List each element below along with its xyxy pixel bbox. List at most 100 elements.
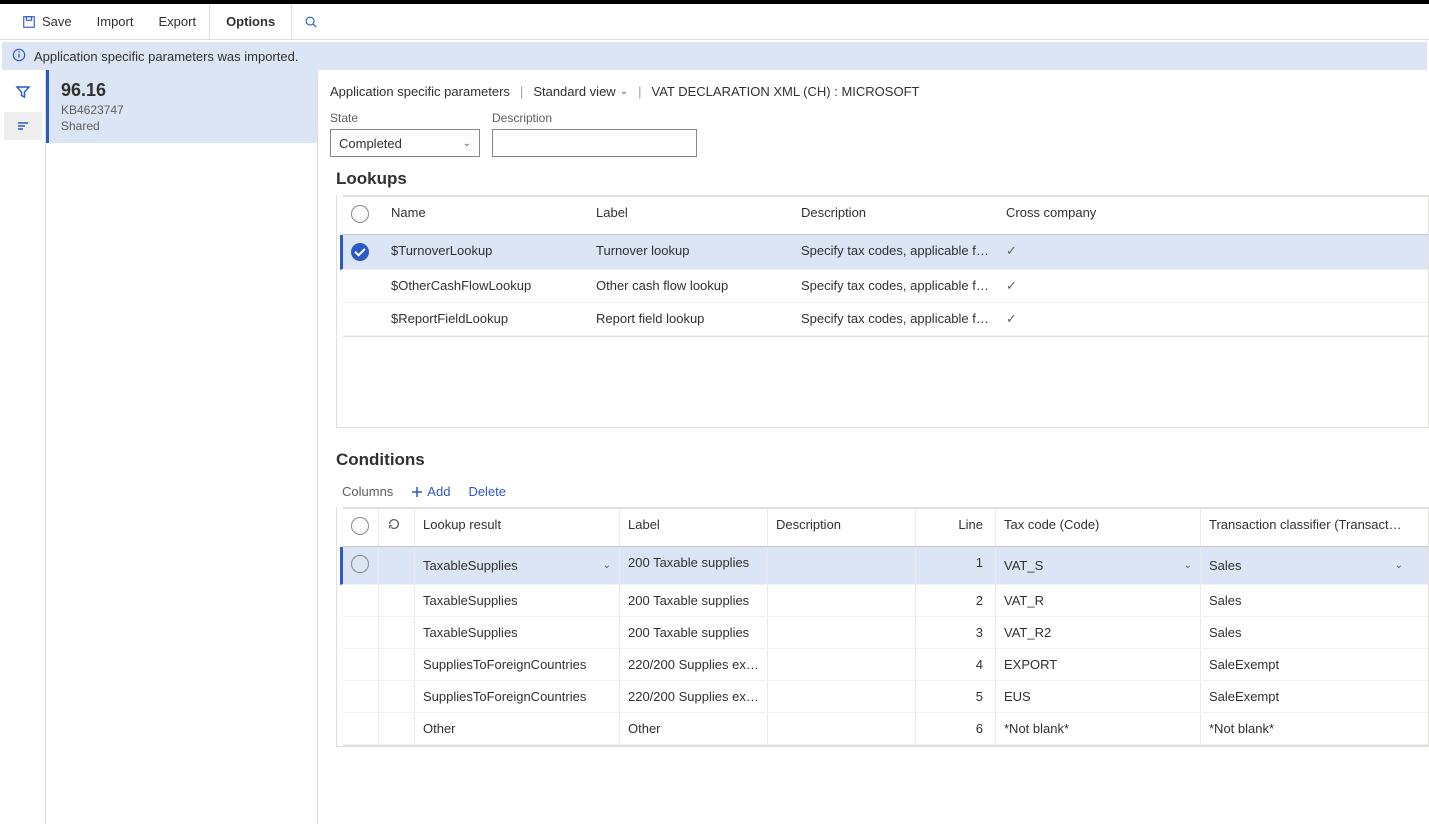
col-label[interactable]: Label [588, 197, 793, 234]
lookup-row[interactable]: $OtherCashFlowLookupOther cash flow look… [343, 270, 1428, 303]
left-rail [0, 70, 46, 824]
col-result[interactable]: Lookup result [415, 509, 620, 546]
lookup-row[interactable]: $ReportFieldLookupReport field lookupSpe… [343, 303, 1428, 336]
cell-name: $OtherCashFlowLookup [383, 270, 588, 302]
filter-button[interactable] [4, 78, 42, 106]
row-refresh-cell [379, 713, 415, 744]
row-selector[interactable] [343, 303, 383, 335]
lookups-title: Lookups [336, 169, 1429, 189]
conditions-title: Conditions [336, 450, 1429, 470]
cell-cross: ✓ [998, 303, 1178, 335]
main-area: Application specific parameters | Standa… [318, 70, 1429, 824]
cell-tax[interactable]: *Not blank* [996, 713, 1201, 744]
cell-description [768, 547, 916, 584]
cell-tax[interactable]: EXPORT [996, 649, 1201, 680]
chevron-down-icon: ⌄ [463, 138, 471, 149]
add-label: Add [427, 484, 450, 499]
row-selector[interactable] [343, 681, 379, 712]
col-txclass[interactable]: Transaction classifier (TransactionCla..… [1201, 509, 1411, 546]
delete-button[interactable]: Delete [468, 484, 506, 499]
export-label: Export [158, 14, 196, 29]
col-cross[interactable]: Cross company [998, 197, 1178, 234]
chevron-down-icon: ⌄ [620, 86, 628, 97]
condition-row[interactable]: OtherOther6*Not blank**Not blank* [343, 713, 1428, 745]
breadcrumb-page: Application specific parameters [330, 84, 510, 99]
row-refresh-cell [379, 649, 415, 680]
col-line[interactable]: Line [916, 509, 996, 546]
cell-result[interactable]: TaxableSupplies⌄ [415, 547, 620, 584]
cell-description [768, 649, 916, 680]
cell-result[interactable]: SuppliesToForeignCountries [415, 649, 620, 680]
cell-tax[interactable]: VAT_R [996, 585, 1201, 616]
cell-line: 3 [916, 617, 996, 648]
kb-number: KB4623747 [61, 103, 305, 117]
cell-label: 200 Taxable supplies [620, 547, 768, 584]
cell-name: $TurnoverLookup [383, 235, 588, 269]
col-description[interactable]: Description [768, 509, 916, 546]
cell-txclass[interactable]: *Not blank* [1201, 713, 1411, 744]
cell-tax[interactable]: VAT_R2 [996, 617, 1201, 648]
cell-txclass[interactable]: SaleExempt [1201, 649, 1411, 680]
select-all-checkbox[interactable] [343, 197, 383, 234]
condition-row[interactable]: SuppliesToForeignCountries220/200 Suppli… [343, 649, 1428, 681]
options-label: Options [226, 14, 275, 29]
cell-description [768, 681, 916, 712]
cell-txclass[interactable]: Sales⌄ [1201, 547, 1411, 584]
row-selector[interactable] [343, 547, 379, 584]
state-value: Completed [339, 136, 402, 151]
col-description[interactable]: Description [793, 197, 998, 234]
cell-label: Report field lookup [588, 303, 793, 335]
row-selector[interactable] [343, 235, 383, 269]
row-selector[interactable] [343, 649, 379, 680]
state-select[interactable]: Completed ⌄ [330, 129, 480, 157]
cell-description [768, 585, 916, 616]
row-selector[interactable] [343, 270, 383, 302]
view-selector[interactable]: Standard view ⌄ [533, 84, 628, 99]
col-tax[interactable]: Tax code (Code) [996, 509, 1201, 546]
options-button[interactable]: Options [209, 4, 292, 40]
cell-txclass[interactable]: SaleExempt [1201, 681, 1411, 712]
col-name[interactable]: Name [383, 197, 588, 234]
export-button[interactable]: Export [146, 4, 209, 40]
cell-txclass[interactable]: Sales [1201, 585, 1411, 616]
description-input[interactable] [492, 129, 697, 157]
cell-result[interactable]: TaxableSupplies [415, 585, 620, 616]
condition-row[interactable]: TaxableSupplies200 Taxable supplies2VAT_… [343, 585, 1428, 617]
condition-row[interactable]: TaxableSupplies200 Taxable supplies3VAT_… [343, 617, 1428, 649]
condition-row[interactable]: SuppliesToForeignCountries220/200 Suppli… [343, 681, 1428, 713]
lookups-header-row: Name Label Description Cross company [343, 196, 1428, 235]
cell-result[interactable]: SuppliesToForeignCountries [415, 681, 620, 712]
breadcrumb: Application specific parameters | Standa… [330, 84, 1429, 99]
cell-description [768, 713, 916, 744]
col-label[interactable]: Label [620, 509, 768, 546]
state-label: State [330, 111, 480, 125]
import-button[interactable]: Import [85, 4, 147, 40]
cell-txclass[interactable]: Sales [1201, 617, 1411, 648]
sort-button[interactable] [4, 112, 42, 140]
filter-icon [15, 84, 31, 100]
row-selector[interactable] [343, 617, 379, 648]
columns-button[interactable]: Columns [342, 484, 393, 499]
condition-row[interactable]: TaxableSupplies⌄200 Taxable supplies1VAT… [340, 547, 1428, 585]
notification-text: Application specific parameters was impo… [34, 49, 298, 64]
row-selector[interactable] [343, 713, 379, 744]
version-list-item[interactable]: 96.16 KB4623747 Shared [46, 70, 317, 143]
cell-result[interactable]: Other [415, 713, 620, 744]
search-button[interactable] [292, 4, 331, 40]
save-button[interactable]: Save [10, 4, 85, 40]
refresh-button[interactable] [379, 509, 415, 546]
conditions-header-row: Lookup result Label Description Line Tax… [343, 508, 1428, 547]
lookup-row[interactable]: $TurnoverLookupTurnover lookupSpecify ta… [340, 235, 1428, 270]
search-icon [304, 15, 318, 29]
select-all-checkbox[interactable] [343, 509, 379, 546]
cell-label: Other cash flow lookup [588, 270, 793, 302]
cell-result[interactable]: TaxableSupplies [415, 617, 620, 648]
row-refresh-cell [379, 617, 415, 648]
cell-tax[interactable]: VAT_S⌄ [996, 547, 1201, 584]
cell-label: 220/200 Supplies exe... [620, 649, 768, 680]
lines-icon [15, 118, 31, 134]
row-refresh-cell [379, 547, 415, 584]
cell-tax[interactable]: EUS [996, 681, 1201, 712]
row-selector[interactable] [343, 585, 379, 616]
add-button[interactable]: Add [411, 484, 450, 499]
